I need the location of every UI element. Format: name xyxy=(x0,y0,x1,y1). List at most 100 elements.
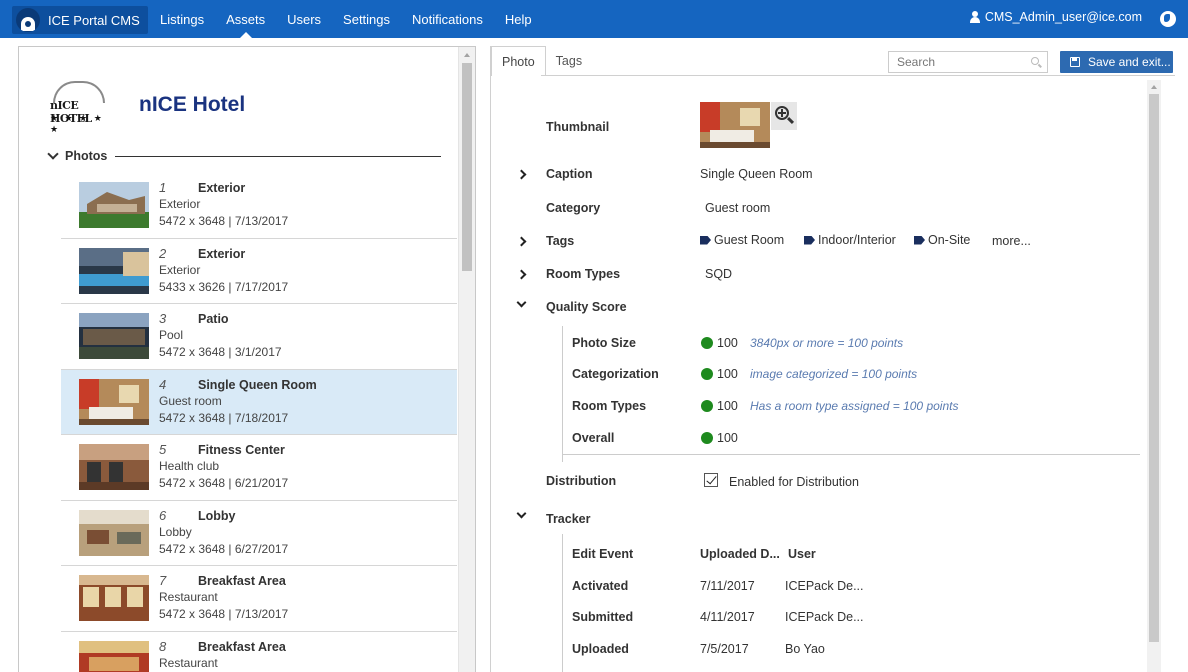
tags-expand-icon[interactable] xyxy=(516,236,527,247)
nav-notifications[interactable]: Notifications xyxy=(412,0,483,38)
photo-category: Restaurant xyxy=(159,590,218,604)
ice-logo-icon xyxy=(16,8,40,32)
photo-list-item[interactable]: 1 Exterior Exterior 5472 x 3648 | 7/13/2… xyxy=(61,173,457,239)
tracker-event: Activated xyxy=(572,579,629,593)
tracker-date: 7/11/2017 xyxy=(700,579,755,593)
tag-icon xyxy=(914,235,925,245)
photo-number: 8 xyxy=(159,638,167,654)
nav-help[interactable]: Help xyxy=(505,0,532,38)
score-dot-icon xyxy=(701,368,713,380)
photo-meta: 5472 x 3648 | 6/27/2017 xyxy=(159,541,289,556)
save-and-exit-button[interactable]: Save and exit... xyxy=(1060,51,1173,73)
photo-title: Fitness Center xyxy=(198,443,285,457)
scroll-up-icon[interactable] xyxy=(464,53,470,57)
photo-details-panel: Photo Tags Search Save and exit... Thumb… xyxy=(490,46,1175,672)
save-button-label: Save and exit... xyxy=(1088,55,1171,69)
distribution-label: Distribution xyxy=(546,474,617,488)
tracker-event: Uploaded xyxy=(572,642,629,656)
caption-label: Caption xyxy=(546,167,593,181)
photo-list-item[interactable]: 8 Breakfast Area Restaurant xyxy=(61,632,457,672)
hotel-header: nICE HOTEL ★ ★ ★ ★ ★ nICE Hotel xyxy=(47,79,245,134)
caption-expand-icon[interactable] xyxy=(516,169,527,180)
tag-chip[interactable]: On-Site xyxy=(914,233,970,247)
photo-meta: 5472 x 3648 | 3/1/2017 xyxy=(159,345,282,359)
tracker-header-event: Edit Event xyxy=(572,547,634,561)
photo-list-item[interactable]: 6 Lobby Lobby 5472 x 3648 | 6/27/2017 xyxy=(61,501,457,566)
photo-list: 1 Exterior Exterior 5472 x 3648 | 7/13/2… xyxy=(61,173,457,672)
nav-settings[interactable]: Settings xyxy=(343,0,390,38)
photo-title: Single Queen Room xyxy=(198,377,317,392)
brand-button[interactable]: ICE Portal CMS xyxy=(12,6,148,34)
photo-category: Guest room xyxy=(159,393,222,408)
photo-size-score: 100 xyxy=(717,336,738,350)
photo-category: Exterior xyxy=(159,197,201,211)
photo-list-item-selected[interactable]: 4 Single Queen Room Guest room 5472 x 36… xyxy=(61,369,457,435)
photo-category: Restaurant xyxy=(159,655,218,670)
user-email: CMS_Admin_user@ice.com xyxy=(984,10,1142,24)
user-menu[interactable]: CMS_Admin_user@ice.com xyxy=(969,10,1142,24)
photo-title: Exterior xyxy=(198,246,246,261)
tag-chip[interactable]: Indoor/Interior xyxy=(804,233,896,247)
photo-preview[interactable] xyxy=(700,102,770,148)
photo-thumbnail xyxy=(79,640,149,672)
tag-label: Indoor/Interior xyxy=(818,233,896,247)
distribution-checkbox[interactable] xyxy=(704,473,718,487)
photo-thumbnail xyxy=(79,378,149,425)
photo-list-item[interactable]: 3 Patio Pool 5472 x 3648 | 3/1/2017 xyxy=(61,304,457,370)
photo-list-item[interactable]: 2 Exterior Exterior 5433 x 3626 | 7/17/2… xyxy=(61,239,457,304)
photo-number: 7 xyxy=(159,573,167,588)
tracker-event: Submitted xyxy=(572,610,634,624)
details-content: Thumbnail Caption Single Queen Room Cate… xyxy=(491,76,1175,672)
quality-collapse-icon[interactable] xyxy=(516,297,527,308)
nav-listings[interactable]: Listings xyxy=(160,0,204,38)
photos-section-label: Photos xyxy=(65,149,108,163)
photo-category: Lobby xyxy=(159,524,192,539)
search-input[interactable]: Search xyxy=(888,51,1048,73)
photo-list-item[interactable]: 7 Breakfast Area Restaurant 5472 x 3648 … xyxy=(61,566,457,632)
room-types-expand-icon[interactable] xyxy=(516,269,527,280)
photo-list-item[interactable]: 5 Fitness Center Health club 5472 x 3648… xyxy=(61,435,457,501)
photo-category: Health club xyxy=(159,459,220,473)
left-scrollbar[interactable] xyxy=(458,47,475,672)
tag-chip[interactable]: Guest Room xyxy=(700,233,784,247)
photo-meta: 5472 x 3648 | 7/13/2017 xyxy=(159,607,289,621)
scrollbar-thumb[interactable] xyxy=(1149,94,1159,642)
photo-title: Patio xyxy=(198,312,229,326)
photo-title: Breakfast Area xyxy=(198,574,286,588)
zoom-button[interactable] xyxy=(771,102,797,130)
categorization-score: 100 xyxy=(717,367,738,381)
tracker-collapse-icon[interactable] xyxy=(516,508,527,519)
photos-section-toggle[interactable]: Photos xyxy=(47,148,441,163)
detail-tabs: Photo Tags xyxy=(491,46,593,76)
photo-number: 3 xyxy=(159,311,167,326)
hotel-logo: nICE HOTEL ★ ★ ★ ★ ★ xyxy=(47,79,111,134)
room-types-quality-label: Room Types xyxy=(572,399,647,413)
quality-score-label: Quality Score xyxy=(546,300,627,314)
tab-tags[interactable]: Tags xyxy=(545,46,593,76)
tracker-user: ICEPack De... xyxy=(785,579,864,593)
photo-size-hint: 3840px or more = 100 points xyxy=(750,336,904,350)
tag-label: On-Site xyxy=(928,233,971,247)
tracker-date: 7/5/2017 xyxy=(700,642,749,656)
photo-thumbnail xyxy=(79,444,149,490)
tab-photo[interactable]: Photo xyxy=(491,46,546,76)
tags-more-link[interactable]: more... xyxy=(992,234,1031,248)
photo-thumbnail xyxy=(79,313,149,359)
scroll-up-icon[interactable] xyxy=(1151,85,1157,89)
nav-users[interactable]: Users xyxy=(287,0,321,38)
globe-icon[interactable] xyxy=(1160,11,1176,27)
tracker-user: Bo Yao xyxy=(785,642,825,656)
caption-value: Single Queen Room xyxy=(700,167,813,181)
photo-title: Breakfast Area xyxy=(198,639,286,654)
scrollbar-thumb[interactable] xyxy=(462,63,472,271)
tracker-date: 4/11/2017 xyxy=(700,610,755,624)
photo-number: 2 xyxy=(159,245,167,261)
details-scrollbar[interactable] xyxy=(1147,80,1161,672)
tracker-user: ICEPack De... xyxy=(785,610,864,624)
distribution-value: Enabled for Distribution xyxy=(729,475,859,489)
nav-assets[interactable]: Assets xyxy=(226,0,265,38)
room-types-quality-hint: Has a room type assigned = 100 points xyxy=(750,399,959,413)
photo-meta: 5472 x 3648 | 6/21/2017 xyxy=(159,476,289,490)
category-value: Guest room xyxy=(705,201,771,215)
hotel-logo-stars: ★ ★ ★ ★ ★ xyxy=(50,113,104,134)
